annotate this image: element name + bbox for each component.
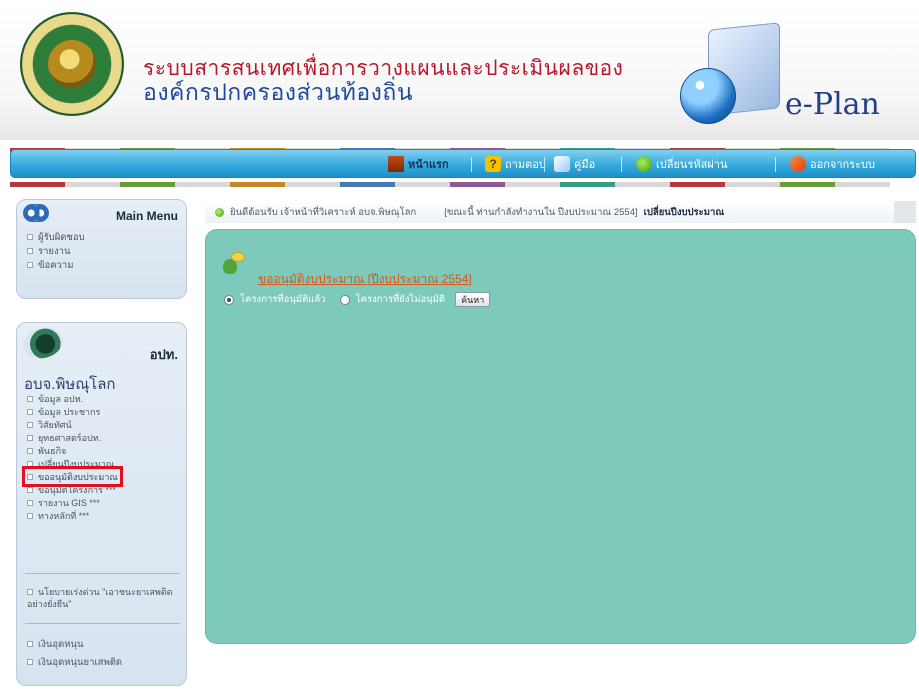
exit-icon: [790, 156, 806, 172]
organization-icon: [19, 323, 67, 363]
sidebar-item-drug-subsidy[interactable]: เงินอุดหนุนยาเสพติด: [27, 656, 122, 668]
stripe-segment: [340, 182, 395, 187]
sidebar-item-subsidy[interactable]: เงินอุดหนุน: [27, 638, 122, 650]
divider: [25, 573, 180, 574]
sidebar-item-mission[interactable]: พันธกิจ: [27, 445, 118, 456]
stripe-segment: [175, 182, 230, 187]
status-info-bar: ยินดีต้อนรับ เจ้าหน้าที่วิเคราะห์ อบจ.พิ…: [205, 201, 916, 223]
stripe-segment: [505, 182, 560, 187]
site-header: ระบบสารสนเทศเพื่อการวางแผนและประเมินผลขอ…: [0, 0, 919, 140]
sidebar-item-gis-report[interactable]: รายงาน GIS ***: [27, 497, 118, 508]
eplan-globe-folder-icon: [680, 22, 780, 126]
decorative-stripe-bottom: [10, 178, 916, 187]
nav-manual-label: คู่มือ: [574, 159, 596, 171]
sidebar-item-population[interactable]: ข้อมูล ประชากร: [27, 406, 118, 417]
stripe-segment: [615, 182, 670, 187]
section-title: ขออนุมัติงบประมาณ [ปีงบประมาณ 2554]: [258, 272, 472, 286]
sidebar-item-change-fiscal-year[interactable]: เปลี่ยนปีงบประมาณ: [27, 458, 118, 469]
project-filter-row: โครงการที่อนุมัติแล้ว โครงการที่ยังไม่อน…: [224, 292, 491, 307]
sidebar-item-main-road[interactable]: ทางหลักที่ ***: [27, 510, 118, 521]
search-button[interactable]: ค้นหา: [455, 292, 491, 307]
stripe-segment: [395, 182, 450, 187]
sidebar-item-project-approval[interactable]: ขอนุมัติโครงการ ***: [27, 484, 118, 495]
sidebar-item-vision[interactable]: วิสัยทัศน์: [27, 419, 118, 430]
nav-home-link[interactable]: หน้าแรก: [388, 154, 449, 174]
radio-approved[interactable]: [224, 294, 234, 305]
nav-manual-link[interactable]: คู่มือ: [554, 154, 595, 174]
nav-logout-link[interactable]: ออกจากระบบ: [790, 154, 875, 174]
question-icon: ?: [485, 156, 501, 172]
nav-separator: [621, 157, 622, 172]
book-icon: [554, 156, 570, 172]
main-menu-panel: Main Menu ผู้รับผิดชอบ รายงาน ข้อความ: [16, 199, 187, 299]
nav-faq-label: ถามตอบ: [505, 159, 546, 171]
current-fiscal-year-text: [ขณะนี้ ท่านกำลังทำงานใน ปีงบประมาณ 2554…: [444, 206, 638, 218]
status-dot-icon: [215, 207, 224, 217]
sidebar-item-reports[interactable]: รายงาน: [27, 245, 85, 257]
nav-separator: [775, 157, 776, 172]
nav-home-label: หน้าแรก: [408, 159, 449, 171]
stripe-segment: [780, 182, 835, 187]
sidebar-item-drug-policy[interactable]: นโยบายเร่งด่วน "เอาชนะยาเสพติดอย่างยั่งย…: [27, 586, 179, 610]
welcome-text: ยินดีต้อนรับ เจ้าหน้าที่วิเคราะห์ อบจ.พิ…: [230, 206, 417, 218]
globe-icon: [680, 68, 736, 124]
sidebar-item-org-info[interactable]: ข้อมูล อปท.: [27, 393, 118, 404]
radio-approved-label: โครงการที่อนุมัติแล้ว: [240, 294, 326, 305]
main-menu-title: Main Menu: [116, 209, 178, 223]
nav-change-password-label: เปลี่ยนรหัสผ่าน: [656, 159, 728, 171]
stripe-segment: [230, 182, 285, 187]
radio-not-approved-label: โครงการที่ยังไม่อนุมัติ: [355, 294, 446, 305]
stripe-segment: [120, 182, 175, 187]
sidebar-item-messages[interactable]: ข้อความ: [27, 259, 85, 271]
user-budget-icon: [221, 252, 245, 276]
government-seal-logo: [20, 12, 124, 116]
stripe-segment: [835, 182, 890, 187]
binoculars-icon: [23, 204, 49, 222]
stripe-segment: [285, 182, 340, 187]
org-type-label: อปท.: [149, 347, 178, 362]
site-title-line2: องค์กรปกครองส่วนท้องถิ่น: [143, 79, 414, 105]
infobar-end-cap: [894, 201, 916, 223]
stripe-segment: [560, 182, 615, 187]
stripe-segment: [10, 182, 65, 187]
stripe-segment: [670, 182, 725, 187]
sidebar-item-responsible[interactable]: ผู้รับผิดชอบ: [27, 231, 85, 243]
sidebar-item-budget-approval[interactable]: ขออนุมัติงบประมาณ: [22, 466, 123, 487]
radio-not-approved[interactable]: [339, 294, 350, 305]
top-navigation-bar: หน้าแรก ? ถามตอบ คู่มือ เปลี่ยนรหัสผ่าน …: [10, 149, 916, 178]
nav-separator: [544, 157, 545, 172]
sidebar-item-strategy[interactable]: ยุทธศาสตร์อปท.: [27, 432, 118, 443]
house-icon: [388, 156, 404, 172]
key-icon: [636, 156, 652, 172]
stripe-segment: [65, 182, 120, 187]
change-fiscal-year-link[interactable]: เปลี่ยนปีงบประมาณ: [644, 205, 725, 220]
nav-faq-link[interactable]: ? ถามตอบ: [485, 154, 546, 174]
nav-change-password-link[interactable]: เปลี่ยนรหัสผ่าน: [636, 154, 727, 174]
main-content-panel: ขออนุมัติงบประมาณ [ปีงบประมาณ 2554] โครง…: [205, 229, 916, 644]
nav-logout-label: ออกจากระบบ: [810, 159, 875, 171]
organization-menu-panel: อปท. อบจ.พิษณุโลก ข้อมูล อปท. ข้อมูล ประ…: [16, 322, 187, 686]
stripe-segment: [450, 182, 505, 187]
eplan-logo-text: e-Plan: [785, 87, 880, 122]
divider: [25, 623, 180, 624]
stripe-segment: [725, 182, 780, 187]
nav-separator: [471, 157, 472, 172]
